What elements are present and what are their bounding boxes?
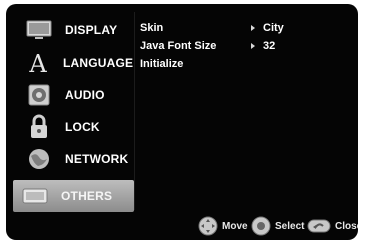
display-icon	[25, 17, 53, 43]
svg-text:A: A	[28, 51, 47, 75]
select-hint: Select	[251, 216, 304, 236]
settings-window: DISPLAY A LANGUAGE AUDIO LOCK NETWORK OT…	[6, 4, 358, 240]
network-icon	[25, 146, 53, 172]
option-label: Skin	[140, 22, 164, 34]
menu-item-label: NETWORK	[65, 152, 129, 166]
lock-icon	[25, 114, 53, 140]
close-hint: Close	[307, 216, 358, 236]
option-label: Initialize	[140, 58, 184, 70]
dpad-icon	[198, 216, 218, 236]
menu-item-label: LANGUAGE	[63, 56, 134, 70]
select-label: Select	[275, 220, 305, 232]
arrow-right-icon	[251, 25, 255, 31]
option-initialize[interactable]: Initialize	[140, 56, 183, 72]
enter-button-icon	[251, 216, 271, 236]
menu-item-language[interactable]: A LANGUAGE	[17, 48, 134, 78]
divider	[134, 12, 135, 210]
menu-item-network[interactable]: NETWORK	[17, 144, 131, 174]
move-label: Move	[222, 220, 248, 232]
return-button-icon	[307, 219, 331, 233]
option-value-skin: City	[263, 22, 284, 34]
menu-item-lock[interactable]: LOCK	[17, 112, 131, 142]
menu-item-audio[interactable]: AUDIO	[17, 80, 131, 110]
category-menu: DISPLAY A LANGUAGE AUDIO LOCK NETWORK OT…	[13, 13, 134, 213]
menu-item-label: AUDIO	[65, 88, 105, 102]
option-label: Java Font Size	[140, 40, 217, 52]
close-label: Close	[335, 220, 358, 232]
option-skin[interactable]: Skin	[140, 20, 163, 36]
menu-item-others[interactable]: OTHERS	[13, 180, 134, 212]
language-icon: A	[25, 50, 51, 76]
arrow-right-icon	[251, 43, 255, 49]
option-value-java-font-size: 32	[263, 40, 276, 52]
others-icon	[21, 183, 49, 209]
menu-item-label: DISPLAY	[65, 23, 118, 37]
menu-item-display[interactable]: DISPLAY	[17, 15, 131, 45]
option-java-font-size[interactable]: Java Font Size	[140, 38, 216, 54]
move-hint: Move	[198, 216, 248, 236]
audio-icon	[25, 82, 53, 108]
footer-hints: Move Select Close	[6, 212, 358, 240]
menu-item-label: OTHERS	[61, 189, 113, 203]
menu-item-label: LOCK	[65, 120, 100, 134]
